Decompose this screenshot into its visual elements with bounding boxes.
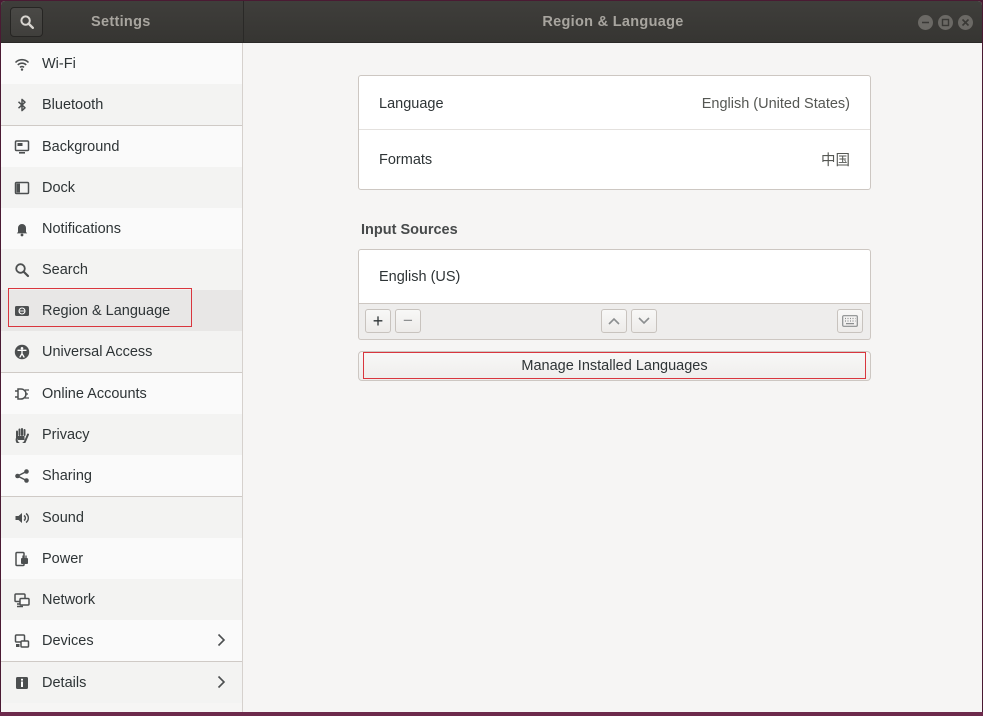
- sidebar-item-label: Sharing: [42, 467, 92, 484]
- sidebar-item-label: Universal Access: [42, 343, 153, 360]
- bluetooth-icon: [14, 97, 30, 113]
- minimize-button[interactable]: [918, 15, 933, 30]
- move-up-button[interactable]: [601, 309, 627, 333]
- background-icon: [14, 139, 30, 155]
- input-source-row[interactable]: English (US): [359, 250, 870, 303]
- manage-installed-languages-button[interactable]: Manage Installed Languages: [358, 351, 871, 381]
- language-value: English (United States): [701, 96, 850, 112]
- sidebar-item-devices[interactable]: Devices: [1, 620, 242, 661]
- sidebar-item-network[interactable]: Network: [1, 579, 242, 620]
- add-input-source-button[interactable]: +: [365, 309, 391, 333]
- remove-input-source-button[interactable]: −: [395, 309, 421, 333]
- sidebar-item-background[interactable]: Background: [1, 126, 242, 167]
- sidebar-item-sound[interactable]: Sound: [1, 497, 242, 538]
- keyboard-layout-button[interactable]: [837, 309, 863, 333]
- sidebar-item-online-accounts[interactable]: Online Accounts: [1, 373, 242, 414]
- region-icon: [14, 303, 30, 319]
- accessibility-icon: [14, 344, 30, 360]
- sidebar-item-region-language[interactable]: Region & Language: [1, 290, 242, 331]
- sidebar-item-label: Notifications: [42, 220, 121, 237]
- sidebar-item-wifi[interactable]: Wi-Fi: [1, 43, 242, 84]
- sidebar-item-label: Online Accounts: [42, 385, 147, 402]
- sidebar-item-label: Sound: [42, 509, 84, 526]
- sidebar-item-details[interactable]: Details: [1, 662, 242, 703]
- sidebar-item-label: Wi-Fi: [42, 55, 76, 72]
- sidebar-item-label: Region & Language: [42, 302, 171, 319]
- sidebar-item-label: Bluetooth: [42, 96, 104, 113]
- chevron-right-icon: [217, 633, 226, 647]
- chevron-right-icon: [217, 675, 226, 689]
- info-icon: [14, 675, 30, 691]
- language-row[interactable]: Language English (United States): [359, 76, 870, 132]
- bell-icon: [14, 221, 30, 237]
- formats-label: Formats: [379, 151, 433, 168]
- wifi-icon: [14, 56, 30, 72]
- speaker-icon: [14, 510, 30, 526]
- sidebar-item-search[interactable]: Search: [1, 249, 242, 290]
- input-sources-title: Input Sources: [361, 222, 458, 238]
- chevron-down-icon: [638, 317, 650, 325]
- minimize-icon: [922, 21, 929, 24]
- sidebar-item-bluetooth[interactable]: Bluetooth: [1, 84, 242, 125]
- maximize-button[interactable]: [938, 15, 953, 30]
- add-icon: +: [372, 311, 384, 331]
- desktop-edge: [0, 712, 983, 716]
- sidebar-item-privacy[interactable]: Privacy: [1, 414, 242, 455]
- sidebar-item-label: Details: [42, 674, 87, 691]
- network-icon: [14, 592, 30, 608]
- sidebar-item-sharing[interactable]: Sharing: [1, 455, 242, 496]
- sidebar: Wi-Fi Bluetooth Background Dock Notifica…: [1, 43, 242, 713]
- formats-value: 中国: [821, 153, 850, 169]
- sidebar-title: Settings: [91, 14, 151, 30]
- sidebar-item-label: Network: [42, 591, 96, 608]
- sidebar-item-universal-access[interactable]: Universal Access: [1, 331, 242, 372]
- settings-window: Settings Region & Language Wi-Fi Bluetoo…: [1, 1, 982, 713]
- remove-icon: −: [403, 311, 413, 330]
- language-label: Language: [379, 96, 444, 112]
- sidebar-item-notifications[interactable]: Notifications: [1, 208, 242, 249]
- input-source-label: English (US): [379, 268, 461, 285]
- sidebar-item-dock[interactable]: Dock: [1, 167, 242, 208]
- header-bar: Settings Region & Language: [1, 1, 982, 43]
- devices-icon: [14, 633, 30, 649]
- sidebar-item-label: Search: [42, 261, 88, 278]
- main-content: Language English (United States) Formats…: [243, 43, 982, 713]
- sidebar-item-power[interactable]: Power: [1, 538, 242, 579]
- input-sources-list: English (US): [358, 249, 871, 304]
- sidebar-item-label: Dock: [42, 179, 76, 196]
- input-sources-toolbar: + −: [358, 304, 871, 340]
- sidebar-item-label: Power: [42, 550, 84, 567]
- search-button[interactable]: [10, 7, 43, 37]
- formats-row[interactable]: Formats 中国: [359, 130, 870, 189]
- power-plug-icon: [14, 551, 30, 567]
- online-accounts-icon: [14, 386, 30, 402]
- page-title: Region & Language: [542, 14, 684, 30]
- keyboard-icon: [842, 315, 858, 327]
- close-button[interactable]: [958, 15, 973, 30]
- chevron-up-icon: [608, 317, 620, 325]
- close-icon: [961, 18, 970, 27]
- search-icon: [19, 15, 34, 29]
- hand-icon: [14, 427, 30, 443]
- sidebar-item-label: Devices: [42, 632, 94, 649]
- maximize-icon: [941, 18, 950, 27]
- manage-installed-languages-label: Manage Installed Languages: [521, 358, 708, 374]
- search-icon: [14, 262, 30, 278]
- dock-icon: [14, 180, 30, 196]
- sidebar-item-label: Privacy: [42, 426, 90, 443]
- move-down-button[interactable]: [631, 309, 657, 333]
- sidebar-item-label: Background: [42, 138, 120, 155]
- share-icon: [14, 468, 30, 484]
- language-formats-frame: Language English (United States) Formats…: [358, 75, 871, 190]
